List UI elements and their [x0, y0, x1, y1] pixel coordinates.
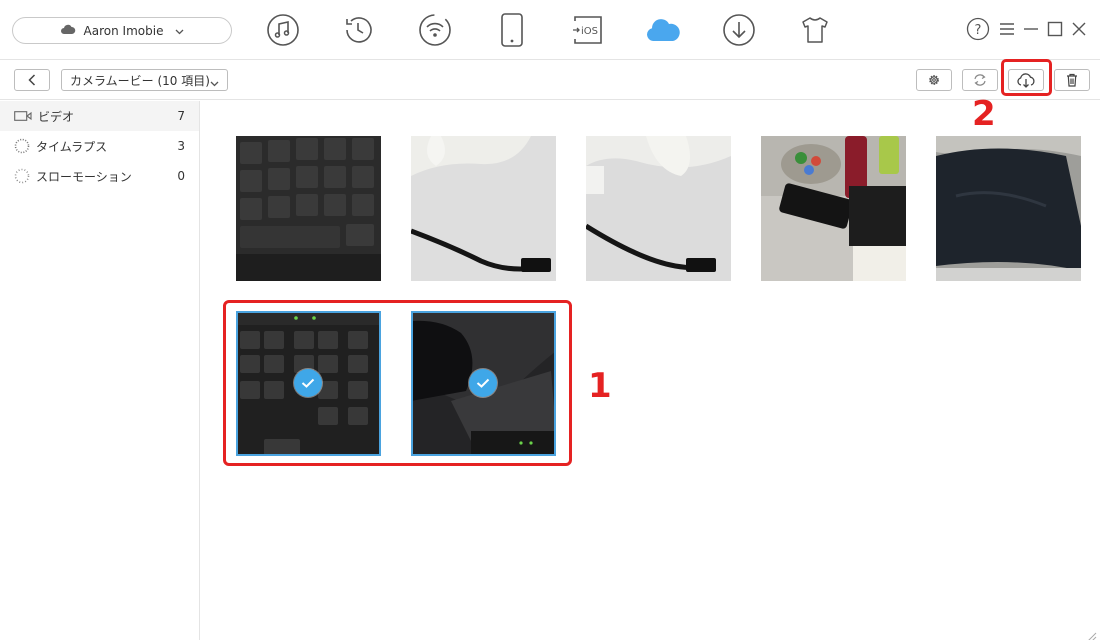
icloud-icon[interactable]: [645, 12, 681, 48]
video-thumbnail[interactable]: [411, 136, 556, 281]
annotation-number-1: 1: [588, 366, 612, 406]
top-bar: Aaron Imobie iOS ?: [0, 0, 1100, 60]
resize-grip-icon[interactable]: [1087, 627, 1097, 640]
svg-text:iOS: iOS: [581, 26, 598, 37]
settings-button[interactable]: [916, 69, 952, 91]
sidebar-item-label: スローモーション: [36, 169, 132, 184]
tshirt-icon[interactable]: [797, 12, 833, 48]
cloud-icon: [60, 24, 76, 38]
ios-icon[interactable]: iOS: [570, 12, 606, 48]
download-icon[interactable]: [721, 12, 757, 48]
history-icon[interactable]: [340, 12, 376, 48]
maximize-icon[interactable]: [1043, 17, 1067, 41]
timelapse-icon: [14, 138, 30, 154]
trash-icon: [1067, 73, 1077, 87]
account-selector[interactable]: Aaron Imobie: [12, 17, 232, 44]
help-icon[interactable]: ?: [966, 17, 990, 41]
back-button[interactable]: [14, 69, 50, 91]
menu-icon[interactable]: [995, 17, 1019, 41]
annotation-box-selection: [223, 300, 572, 466]
sidebar-item-count: 0: [177, 169, 185, 183]
account-name: Aaron Imobie: [83, 23, 164, 38]
music-icon[interactable]: [265, 12, 301, 48]
video-thumbnail[interactable]: [761, 136, 906, 281]
album-select[interactable]: カメラムービー (10 項目): [61, 69, 228, 91]
chevron-down-icon: [210, 76, 219, 90]
video-thumbnail[interactable]: [936, 136, 1081, 281]
svg-text:?: ?: [975, 23, 982, 38]
gear-icon: [929, 75, 939, 85]
sidebar-item-count: 7: [177, 109, 185, 123]
annotation-number-2: 2: [972, 94, 996, 134]
minimize-icon[interactable]: [1019, 17, 1043, 41]
device-icon[interactable]: [494, 12, 530, 48]
video-thumbnail[interactable]: [586, 136, 731, 281]
sidebar-item-label: ビデオ: [38, 109, 75, 124]
chevron-left-icon: [28, 74, 36, 86]
chevron-down-icon: [175, 24, 184, 38]
refresh-icon: [974, 74, 986, 86]
video-icon: [14, 111, 32, 121]
toolbar: カメラムービー (10 項目): [0, 60, 1100, 100]
sidebar-item-timelapse[interactable]: タイムラプス 3: [0, 131, 199, 161]
album-select-label: カメラムービー (10 項目): [70, 73, 210, 88]
close-icon[interactable]: [1067, 17, 1091, 41]
sidebar-item-slowmotion[interactable]: スローモーション 0: [0, 161, 199, 191]
delete-button[interactable]: [1054, 69, 1090, 91]
slowmotion-icon: [14, 168, 30, 184]
sidebar-item-label: タイムラプス: [36, 139, 108, 154]
refresh-button[interactable]: [962, 69, 998, 91]
video-thumbnail[interactable]: [236, 136, 381, 281]
annotation-box-download: [1001, 59, 1052, 96]
wifi-icon[interactable]: [417, 12, 453, 48]
sidebar-item-video[interactable]: ビデオ 7: [0, 101, 199, 131]
sidebar: ビデオ 7 タイムラプス 3 スローモーション 0: [0, 101, 200, 640]
sidebar-item-count: 3: [177, 139, 185, 153]
